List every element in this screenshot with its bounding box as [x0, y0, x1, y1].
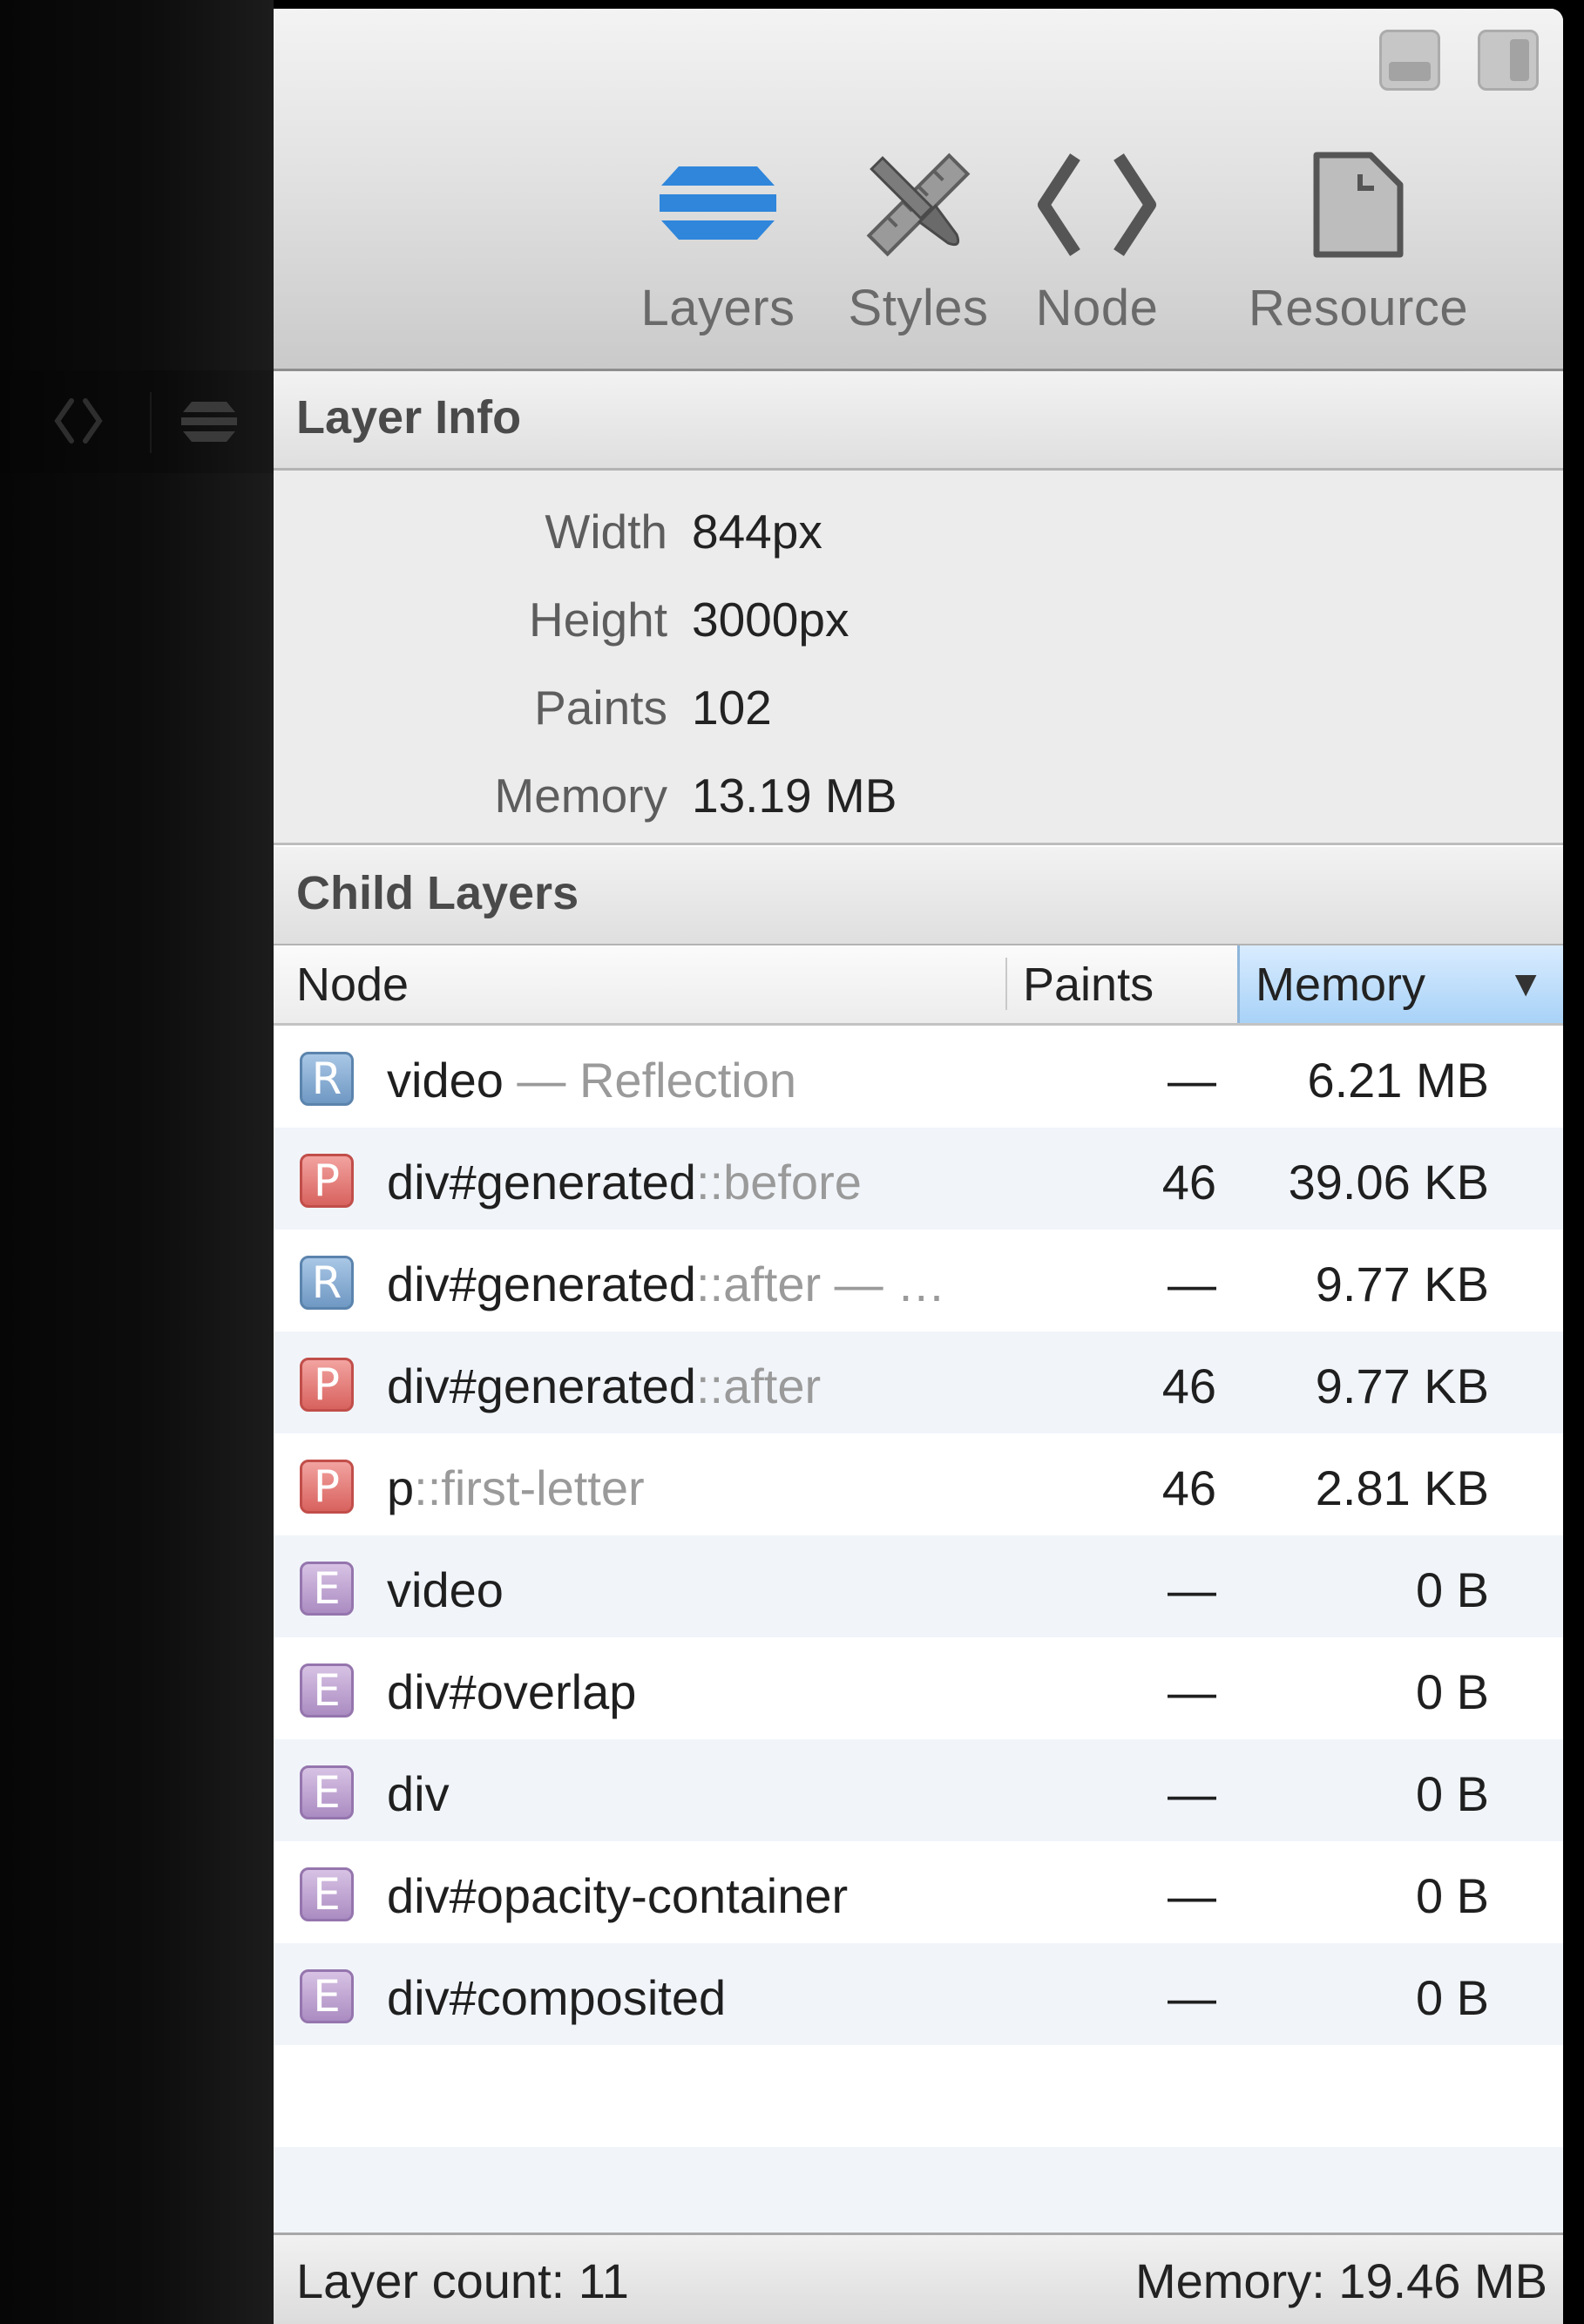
sort-descending-icon: ▼ — [1507, 963, 1544, 1004]
layer-paints: — — [1168, 1053, 1216, 1108]
table-row[interactable]: Pdiv#generated::after 46 9.77 KB — [274, 1331, 1563, 1433]
sidebar-panel: Layers Styles Node Resource Layer Info W… — [274, 9, 1563, 2324]
info-value: 102 — [692, 681, 772, 735]
layer-node-name: div#generated::after — [387, 1358, 822, 1413]
code-brackets-icon[interactable] — [52, 395, 105, 447]
layer-node-name: div#opacity-container — [387, 1868, 849, 1923]
info-row-height: Height 3000px — [274, 576, 1563, 663]
table-row[interactable]: Rvideo — Reflection — 6.21 MB — [274, 1026, 1563, 1128]
table-row[interactable]: Rdiv#generated::after — … — 9.77 KB — [274, 1230, 1563, 1331]
table-header: Node Paints Memory ▼ — [274, 945, 1563, 1026]
sidebar-toolbar: Layers Styles Node Resource — [274, 9, 1563, 371]
layer-info-details: Width 844px Height 3000px Paints 102 Mem… — [274, 471, 1563, 845]
layer-type-badge: R — [300, 1256, 354, 1310]
layer-paints: 46 — [1161, 1358, 1216, 1413]
layer-memory: 0 B — [1415, 1868, 1489, 1923]
info-row-memory: Memory 13.19 MB — [274, 752, 1563, 839]
left-dark-pane — [0, 0, 274, 2324]
layer-memory: 0 B — [1415, 1562, 1489, 1617]
layer-type-badge: E — [300, 1969, 354, 2023]
layer-type-badge: E — [300, 1765, 354, 1819]
layer-paints: 46 — [1161, 1460, 1216, 1515]
table-row[interactable]: Ediv — 0 B — [274, 1739, 1563, 1841]
layer-memory: 9.77 KB — [1315, 1358, 1489, 1413]
layer-paints: — — [1168, 1766, 1216, 1821]
tab-label: Node — [1035, 280, 1159, 336]
layer-type-badge: E — [300, 1562, 354, 1616]
status-bar: Layer count: 11 Memory: 19.46 MB — [274, 2233, 1563, 2324]
layer-memory: 39.06 KB — [1288, 1155, 1489, 1209]
layer-paints: — — [1168, 1562, 1216, 1617]
info-value: 844px — [692, 505, 822, 559]
table-row[interactable]: Pp::first-letter 46 2.81 KB — [274, 1433, 1563, 1535]
info-value: 3000px — [692, 593, 850, 647]
layer-memory: 0 B — [1415, 1664, 1489, 1719]
layers-icon[interactable] — [174, 395, 244, 447]
table-row[interactable]: Ediv#overlap — 0 B — [274, 1637, 1563, 1739]
layer-memory: 9.77 KB — [1315, 1257, 1489, 1311]
info-key: Paints — [534, 681, 667, 735]
layer-paints: — — [1168, 1664, 1216, 1719]
tab-label: Styles — [848, 280, 989, 336]
brush-ruler-icon — [853, 139, 984, 270]
table-row[interactable]: Evideo — 0 B — [274, 1535, 1563, 1637]
empty-row — [274, 2045, 1563, 2147]
column-header-memory[interactable]: Memory ▼ — [1237, 945, 1563, 1023]
info-value: 13.19 MB — [692, 769, 897, 823]
column-header-node[interactable]: Node — [274, 945, 1005, 1023]
section-title: Layer Info — [296, 391, 522, 444]
tab-label: Layers — [640, 280, 795, 336]
table-row[interactable]: Ediv#composited — 0 B — [274, 1943, 1563, 2045]
layer-info-header: Layer Info — [274, 371, 1563, 471]
section-title: Child Layers — [296, 867, 579, 919]
layer-paints: — — [1168, 1868, 1216, 1923]
info-row-paints: Paints 102 — [274, 664, 1563, 751]
layer-memory: 6.21 MB — [1307, 1053, 1489, 1108]
info-row-width: Width 844px — [274, 488, 1563, 575]
document-icon — [1306, 139, 1411, 270]
layer-node-name: div#overlap — [387, 1664, 637, 1719]
info-key: Memory — [494, 769, 667, 823]
bottom-dock-button[interactable] — [1379, 30, 1440, 91]
layer-type-badge: E — [300, 1867, 354, 1921]
table-row[interactable]: Pdiv#generated::before 46 39.06 KB — [274, 1128, 1563, 1230]
tab-layers[interactable]: Layers — [631, 139, 805, 337]
mini-toolbar-divider — [150, 392, 152, 453]
side-dock-button[interactable] — [1478, 30, 1539, 91]
info-key: Height — [529, 593, 667, 647]
table-row[interactable]: Ediv#opacity-container — 0 B — [274, 1841, 1563, 1943]
left-mini-toolbar — [0, 370, 274, 473]
tab-label: Resource — [1248, 280, 1469, 336]
layer-count: Layer count: 11 — [296, 2253, 629, 2308]
layers-icon — [653, 139, 783, 270]
layer-paints: — — [1168, 1970, 1216, 2025]
layer-node-name: div#generated::after — … — [387, 1257, 946, 1311]
layer-memory: 2.81 KB — [1315, 1460, 1489, 1515]
layer-paints: 46 — [1161, 1155, 1216, 1209]
total-memory: Memory: 19.46 MB — [1134, 2253, 1547, 2308]
child-layers-header: Child Layers — [274, 847, 1563, 946]
layer-type-badge: P — [300, 1358, 354, 1412]
layer-paints: — — [1168, 1257, 1216, 1311]
layer-memory: 0 B — [1415, 1766, 1489, 1821]
layer-node-name: p::first-letter — [387, 1460, 645, 1515]
layer-node-name: div#generated::before — [387, 1155, 862, 1209]
layer-node-name: div — [387, 1766, 450, 1821]
info-key: Width — [545, 505, 667, 559]
layer-type-badge: P — [300, 1460, 354, 1514]
layer-type-badge: E — [300, 1663, 354, 1718]
layer-type-badge: R — [300, 1052, 354, 1106]
tab-node[interactable]: Node — [1032, 139, 1162, 337]
tab-styles[interactable]: Styles — [840, 139, 997, 337]
layer-node-name: video — [387, 1562, 504, 1617]
layer-node-name: video — Reflection — [387, 1053, 797, 1108]
code-brackets-icon — [1032, 139, 1162, 270]
layer-type-badge: P — [300, 1154, 354, 1208]
layer-node-name: div#composited — [387, 1970, 727, 2025]
layer-memory: 0 B — [1415, 1970, 1489, 2025]
column-header-paints[interactable]: Paints — [1007, 945, 1235, 1023]
tab-resource[interactable]: Resource — [1248, 139, 1469, 337]
